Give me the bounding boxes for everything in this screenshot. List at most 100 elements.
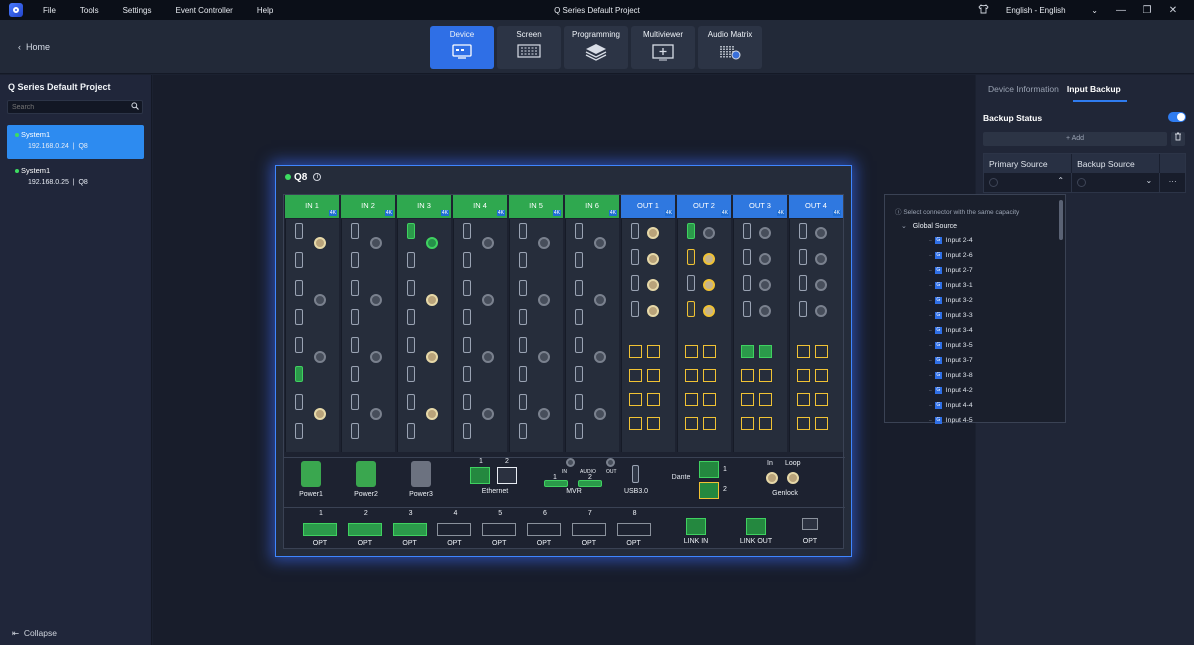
link-out-port[interactable] [746, 518, 766, 535]
sfp-port[interactable] [797, 417, 810, 430]
hdmi-port[interactable] [351, 280, 359, 296]
opt-port[interactable] [392, 523, 427, 536]
menu-file[interactable]: File [43, 6, 56, 15]
hdmi-port[interactable] [351, 394, 359, 410]
hdmi-port[interactable] [407, 308, 415, 325]
hdmi-port[interactable] [463, 337, 471, 353]
sfp-port[interactable] [647, 345, 660, 358]
opt-port[interactable] [303, 523, 337, 536]
sfp-port[interactable] [759, 393, 772, 406]
bnc-port[interactable] [314, 294, 326, 306]
dropdown-item[interactable]: – G Input 2-6 [929, 252, 973, 259]
usb-port[interactable] [632, 465, 639, 483]
bnc-port[interactable] [370, 408, 382, 420]
hdmi-port[interactable] [295, 422, 303, 439]
output-card[interactable] [621, 219, 675, 452]
sfp-port[interactable] [797, 345, 810, 358]
tab-multiviewer[interactable]: Multiviewer [631, 26, 695, 69]
bnc-port[interactable] [538, 237, 550, 249]
dropdown-item[interactable]: – G Input 3-7 [929, 357, 973, 364]
hdmi-port[interactable] [463, 422, 471, 439]
sfp-port[interactable] [647, 393, 660, 406]
hdmi-port[interactable] [407, 223, 415, 239]
input-card-header[interactable]: IN 5 4K [509, 195, 563, 218]
hdmi-port[interactable] [407, 280, 415, 296]
hdmi-port[interactable] [351, 422, 359, 439]
hdmi-port[interactable] [295, 280, 303, 296]
hdmi-port[interactable] [463, 280, 471, 296]
sfp-port[interactable] [685, 345, 698, 358]
collapse-button[interactable]: ⇤ Collapse [12, 628, 57, 639]
hdmi-port[interactable] [295, 251, 303, 268]
input-card-header[interactable]: IN 4 4K [453, 195, 507, 218]
power1-port[interactable] [301, 461, 321, 487]
sfp-port[interactable] [703, 345, 716, 358]
hdmi-port[interactable] [407, 337, 415, 353]
hdmi-port[interactable] [295, 223, 303, 239]
close-icon[interactable]: ✕ [1160, 5, 1186, 16]
opt-port[interactable] [482, 523, 517, 536]
bnc-port[interactable] [815, 253, 827, 265]
sfp-port[interactable] [685, 417, 698, 430]
hdmi-port[interactable] [687, 223, 695, 239]
menu-settings[interactable]: Settings [123, 6, 152, 15]
output-card-header[interactable]: OUT 3 4K [733, 195, 787, 218]
hdmi-port[interactable] [575, 251, 583, 268]
bnc-port[interactable] [703, 227, 715, 239]
bnc-port[interactable] [426, 351, 438, 363]
hdmi-port[interactable] [351, 365, 359, 382]
bnc-port[interactable] [314, 351, 326, 363]
hdmi-port[interactable] [575, 223, 583, 239]
tab-input-backup[interactable]: Input Backup [1067, 84, 1121, 94]
hdmi-port[interactable] [687, 275, 695, 291]
menu-event-controller[interactable]: Event Controller [175, 6, 232, 15]
hdmi-port[interactable] [575, 422, 583, 439]
input-card[interactable] [565, 219, 619, 452]
bnc-port[interactable] [703, 279, 715, 291]
input-card[interactable] [341, 219, 395, 452]
ethernet-port-1[interactable] [470, 467, 490, 484]
output-card-header[interactable]: OUT 4 4K [789, 195, 843, 218]
bnc-port[interactable] [815, 279, 827, 291]
hdmi-port[interactable] [463, 394, 471, 410]
sfp-port[interactable] [703, 417, 716, 430]
hdmi-port[interactable] [519, 251, 527, 268]
sfp-port[interactable] [759, 417, 772, 430]
hdmi-port[interactable] [463, 365, 471, 382]
language-select[interactable]: English - English ⌄ [996, 6, 1108, 15]
input-card[interactable] [509, 219, 563, 452]
bnc-port[interactable] [482, 294, 494, 306]
opt-port[interactable] [437, 523, 472, 536]
hdmi-port[interactable] [519, 280, 527, 296]
more-button[interactable]: ··· [1160, 173, 1185, 192]
output-card[interactable] [677, 219, 731, 452]
mvr-port-2[interactable] [578, 480, 602, 487]
dropdown-item[interactable]: – G Input 3-5 [929, 342, 973, 349]
hdmi-port[interactable] [519, 365, 527, 382]
dropdown-item[interactable]: – G Input 3-1 [929, 282, 973, 289]
shirt-icon[interactable] [970, 3, 996, 17]
hdmi-port[interactable] [799, 223, 807, 239]
dropdown-item[interactable]: – G Input 2-7 [929, 267, 973, 274]
hdmi-port[interactable] [575, 337, 583, 353]
hdmi-port[interactable] [407, 394, 415, 410]
bnc-port[interactable] [538, 351, 550, 363]
hdmi-port[interactable] [295, 337, 303, 353]
info-icon[interactable]: i [313, 173, 322, 181]
sfp-port[interactable] [685, 369, 698, 382]
dropdown-scrollbar[interactable] [1059, 200, 1063, 240]
sfp-port[interactable] [741, 417, 754, 430]
hdmi-port[interactable] [743, 275, 751, 291]
bnc-port[interactable] [594, 237, 606, 249]
sfp-port[interactable] [629, 393, 642, 406]
hdmi-port[interactable] [463, 251, 471, 268]
hdmi-port[interactable] [351, 337, 359, 353]
input-card[interactable] [397, 219, 451, 452]
sfp-port[interactable] [815, 345, 828, 358]
hdmi-port[interactable] [351, 223, 359, 239]
bnc-port[interactable] [647, 279, 659, 291]
input-card-header[interactable]: IN 3 4K [397, 195, 451, 218]
ethernet-port-2[interactable] [497, 467, 517, 484]
sfp-port[interactable] [629, 369, 642, 382]
bnc-port[interactable] [482, 351, 494, 363]
